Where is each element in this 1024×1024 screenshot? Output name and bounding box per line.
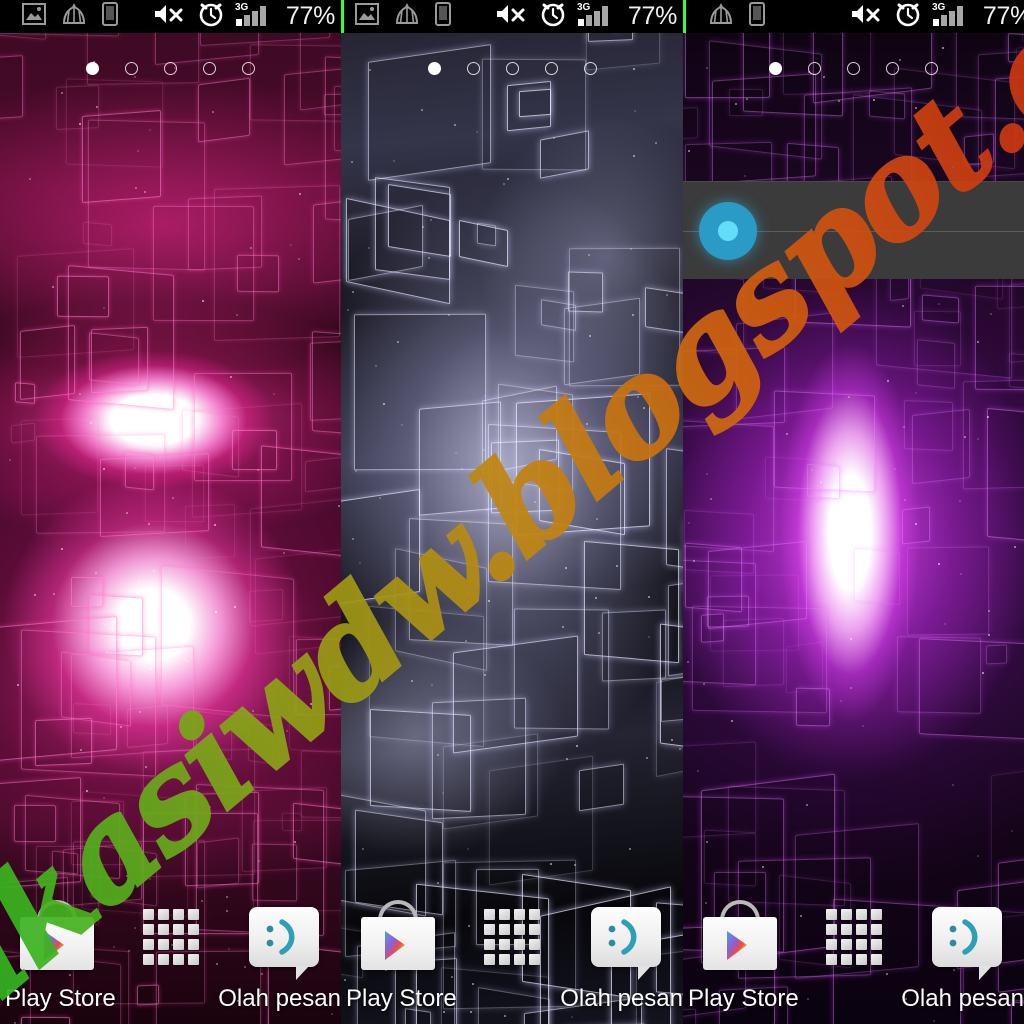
battery-percent-label: 77% — [627, 2, 677, 30]
white-wireframe-cubes-wallpaper — [341, 0, 683, 1024]
home-screen-panel-2[interactable]: 3G 77% Play Store Olah pesan — [341, 0, 683, 1024]
battery-percent-label: 77% — [285, 2, 335, 30]
gallery-icon — [22, 3, 46, 30]
volume-mute-icon — [495, 2, 529, 31]
page-dot-3[interactable] — [847, 62, 860, 75]
dock: Play Store Olah pesan — [341, 892, 683, 1024]
dock-item-messaging[interactable] — [569, 907, 683, 980]
home-screen-panel-3[interactable]: 3G 77% — [683, 0, 1024, 1024]
glowing-pink-cubes-wallpaper — [0, 0, 341, 1024]
dock-item-play-store[interactable] — [341, 900, 455, 970]
status-bar: 3G 77% — [0, 0, 341, 33]
app-drawer-grid-icon — [142, 909, 199, 965]
star-field — [683, 0, 1024, 1024]
dock-label-messaging: Olah pesan — [218, 985, 341, 1012]
page-dot-2[interactable] — [125, 62, 138, 75]
page-dot-3[interactable] — [164, 62, 177, 75]
play-store-icon — [361, 900, 435, 970]
app-drawer-grid-icon — [484, 909, 540, 965]
dock-label-messaging: Olah pesan — [901, 985, 1024, 1012]
status-bar: 3G 77% — [683, 0, 1024, 33]
dock-item-play-store[interactable] — [0, 900, 114, 970]
svg-text:3G: 3G — [235, 2, 249, 13]
vpn-key-icon — [709, 2, 733, 31]
dock: Play Store Olah pesan — [683, 892, 1024, 1024]
page-dot-5[interactable] — [583, 62, 597, 75]
screenshot-root: 3G 77% Play Store Olah pesan 3G 77% Play… — [0, 0, 1024, 1024]
dock-label-messaging: Olah pesan — [560, 985, 683, 1012]
play-store-icon — [19, 900, 94, 970]
alarm-clock-icon — [895, 1, 921, 32]
page-indicator[interactable] — [683, 62, 1024, 80]
page-dot-1[interactable] — [86, 62, 99, 75]
dock-label-play-store: Play Store — [688, 985, 799, 1012]
gallery-icon — [355, 3, 379, 30]
page-dot-5[interactable] — [925, 62, 938, 75]
vpn-key-icon — [62, 2, 86, 31]
app-drawer-grid-icon — [825, 909, 882, 965]
page-dot-1[interactable] — [427, 62, 441, 75]
device-icon — [435, 2, 451, 31]
star-field — [0, 0, 341, 1024]
page-dot-4[interactable] — [886, 62, 899, 75]
dock-item-messaging[interactable] — [227, 907, 341, 980]
screen-edge-marker — [683, 0, 686, 33]
vpn-key-icon — [395, 2, 419, 31]
page-dot-4[interactable] — [544, 62, 558, 75]
page-dot-1[interactable] — [769, 62, 782, 75]
page-indicator[interactable] — [0, 62, 341, 80]
status-bar: 3G 77% — [341, 0, 683, 33]
page-indicator[interactable] — [341, 62, 683, 80]
alarm-clock-icon — [540, 1, 566, 32]
dock: Play Store Olah pesan — [0, 892, 341, 1024]
dock-label-app-drawer — [116, 982, 219, 1016]
play-store-icon — [702, 900, 777, 970]
dock-item-app-drawer[interactable] — [114, 909, 228, 965]
dock-label-play-store: Play Store — [346, 985, 457, 1012]
widget-power-toggle-icon[interactable] — [699, 201, 757, 260]
signal-3g-icon: 3G — [577, 1, 617, 32]
svg-text:3G: 3G — [577, 2, 591, 13]
dock-label-app-drawer — [799, 982, 902, 1016]
home-screen-panel-1[interactable]: 3G 77% Play Store Olah pesan — [0, 0, 341, 1024]
device-icon — [749, 2, 765, 31]
alarm-clock-icon — [198, 1, 224, 32]
dock-item-app-drawer[interactable] — [455, 909, 569, 965]
signal-3g-icon: 3G — [932, 1, 972, 32]
signal-3g-icon: 3G — [235, 1, 275, 32]
screen-edge-marker — [341, 0, 344, 33]
battery-percent-label: 77% — [982, 2, 1024, 30]
messaging-bubble-icon — [249, 907, 320, 980]
dock-item-app-drawer[interactable] — [797, 909, 911, 965]
messaging-bubble-icon — [932, 907, 1003, 980]
dock-item-messaging[interactable] — [910, 907, 1024, 980]
device-icon — [102, 2, 118, 31]
volume-mute-icon — [153, 2, 187, 31]
page-dot-2[interactable] — [466, 62, 480, 75]
page-dot-5[interactable] — [242, 62, 255, 75]
svg-text:3G: 3G — [932, 2, 946, 13]
page-dot-2[interactable] — [808, 62, 821, 75]
page-dot-3[interactable] — [505, 62, 519, 75]
star-field — [341, 0, 683, 1024]
messaging-bubble-icon — [591, 907, 661, 980]
page-dot-4[interactable] — [203, 62, 216, 75]
volume-mute-icon — [850, 2, 884, 31]
settings-toggle-widget[interactable] — [683, 181, 1024, 279]
dock-label-app-drawer — [457, 982, 561, 1016]
glowing-purple-cubes-wallpaper — [683, 0, 1024, 1024]
dock-item-play-store[interactable] — [683, 900, 797, 970]
dock-label-play-store: Play Store — [5, 985, 116, 1012]
